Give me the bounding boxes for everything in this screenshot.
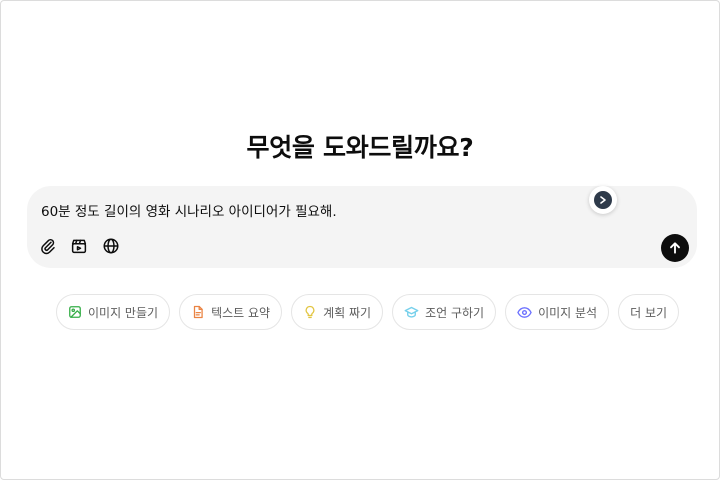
arrow-up-icon bbox=[670, 242, 680, 254]
chip-label: 이미지 만들기 bbox=[88, 305, 159, 320]
lightbulb-icon bbox=[305, 305, 315, 319]
chip-label: 계획 짜기 bbox=[323, 305, 372, 320]
tools-button[interactable] bbox=[67, 234, 91, 258]
graduation-cap-icon bbox=[404, 306, 419, 318]
chip-label: 조언 구하기 bbox=[425, 305, 485, 320]
prompt-input[interactable]: 60분 정도 길이의 영화 시나리오 아이디어가 필요해. bbox=[41, 200, 337, 220]
chip-label: 텍스트 요약 bbox=[211, 305, 271, 320]
attach-button[interactable] bbox=[36, 234, 60, 258]
globe-icon bbox=[103, 238, 119, 254]
paperclip-icon bbox=[41, 238, 55, 255]
extension-badge-icon[interactable] bbox=[589, 186, 617, 214]
suggestion-analyze-image[interactable]: 이미지 분석 bbox=[505, 294, 610, 330]
suggestion-summarize-text[interactable]: 텍스트 요약 bbox=[179, 294, 283, 330]
suggestion-get-advice[interactable]: 조언 구하기 bbox=[392, 294, 497, 330]
eye-icon bbox=[517, 306, 532, 318]
suggestion-chips: 이미지 만들기 텍스트 요약 계획 짜기 조언 구하기 이미지 분석 더 보기 bbox=[56, 294, 680, 330]
image-create-icon bbox=[69, 306, 81, 318]
web-search-button[interactable] bbox=[99, 234, 123, 258]
suggestion-more-button[interactable]: 더 보기 bbox=[618, 294, 680, 330]
suggestion-make-plan[interactable]: 계획 짜기 bbox=[291, 294, 384, 330]
chip-label: 이미지 분석 bbox=[538, 305, 598, 320]
prompt-composer[interactable]: 60분 정도 길이의 영화 시나리오 아이디어가 필요해. bbox=[27, 186, 697, 268]
page-title: 무엇을 도와드릴까요? bbox=[246, 133, 474, 162]
send-button[interactable] bbox=[661, 234, 689, 262]
suggestion-create-image[interactable]: 이미지 만들기 bbox=[56, 294, 171, 330]
document-icon bbox=[193, 305, 203, 319]
chip-label: 더 보기 bbox=[630, 305, 668, 320]
clapperboard-icon bbox=[71, 239, 87, 254]
